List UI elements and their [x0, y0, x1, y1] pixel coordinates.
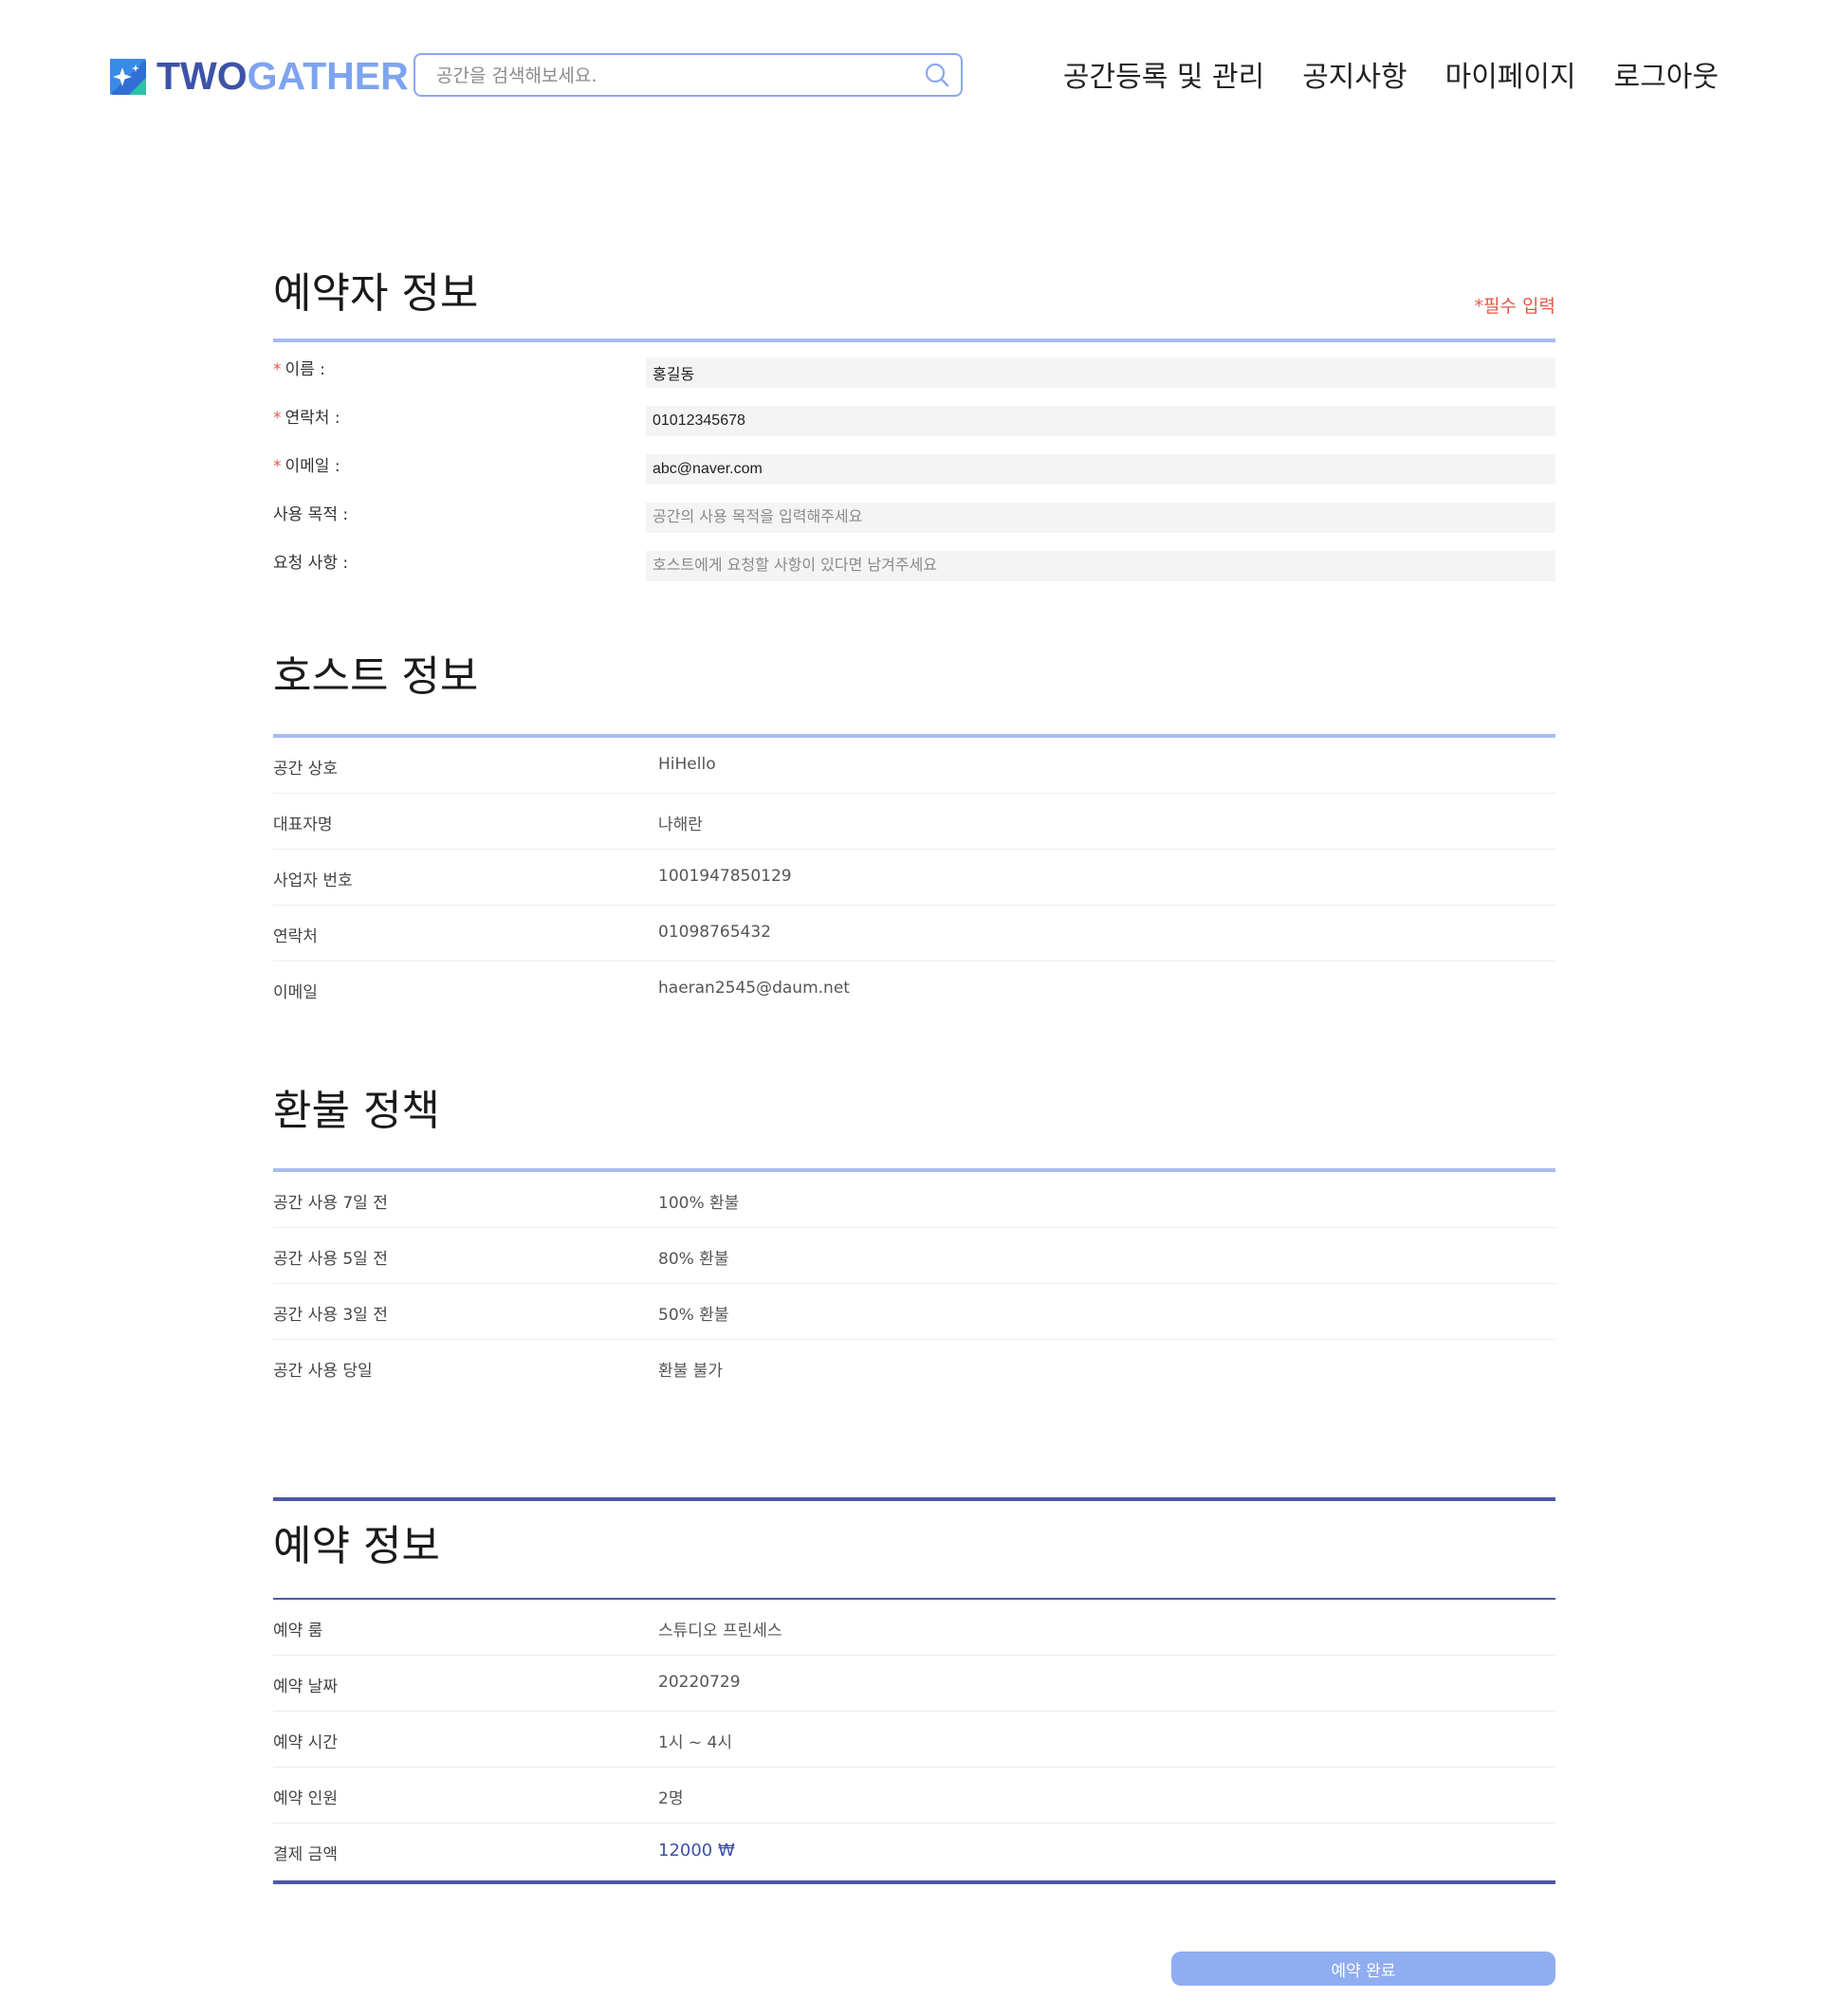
reservation-room-label: 예약 룸 — [273, 1622, 323, 1640]
reservation-section-title: 예약 정보 — [273, 1522, 440, 1570]
logo-text-gather: GATHER — [247, 54, 409, 98]
search-box — [414, 53, 963, 97]
reservation-row-price: 결제 금액 12000 ₩ — [273, 1824, 1555, 1880]
email-input[interactable] — [646, 454, 1555, 485]
host-email-label: 이메일 — [273, 983, 318, 1002]
main-nav: 공간등록 및 관리 공지사항 마이페이지 로그아웃 — [1063, 57, 1719, 99]
logo-text-two: TWO — [156, 54, 248, 98]
nav-notices[interactable]: 공지사항 — [1302, 57, 1407, 99]
refund-row-3days: 공간 사용 3일 전 50% 환불 — [273, 1284, 1555, 1340]
refund-7days-label: 공간 사용 7일 전 — [273, 1194, 388, 1213]
purpose-input[interactable] — [646, 503, 1555, 533]
booker-section-title: 예약자 정보 — [273, 269, 479, 318]
host-business-name-label: 공간 상호 — [273, 760, 338, 779]
refund-row-7days: 공간 사용 7일 전 100% 환불 — [273, 1172, 1555, 1228]
reservation-time-value: 1시 ~ 4시 — [658, 1733, 732, 1752]
form-row-request: 요청 사항 : — [273, 540, 1555, 588]
form-row-name: * 이름 : — [273, 346, 1555, 394]
reservation-people-label: 예약 인원 — [273, 1789, 338, 1808]
refund-row-sameday: 공간 사용 당일 환불 불가 — [273, 1340, 1555, 1395]
name-label: * 이름 : — [273, 356, 325, 379]
phone-label: * 연락처 : — [273, 404, 340, 428]
refund-section: 환불 정책 공간 사용 7일 전 100% 환불 공간 사용 5일 전 80% … — [273, 1083, 1555, 1395]
nav-mypage[interactable]: 마이페이지 — [1445, 57, 1576, 99]
reservation-form: 예약자 정보 *필수 입력 *이름 : *연락처 : *이메일 : 사용 목적 … — [273, 242, 1555, 1884]
required-star: * — [273, 360, 282, 379]
host-row-email: 이메일 haeran2545@daum.net — [273, 962, 1555, 1017]
reservation-people-value: 2명 — [658, 1789, 684, 1808]
request-label: 요청 사항 : — [273, 554, 349, 573]
host-biznum-value: 1001947850129 — [658, 867, 792, 886]
logo-mark-icon — [110, 58, 146, 95]
refund-section-title: 환불 정책 — [273, 1087, 440, 1135]
reservation-time-label: 예약 시간 — [273, 1733, 338, 1752]
host-phone-value: 01098765432 — [658, 923, 771, 942]
refund-sameday-value: 환불 불가 — [658, 1362, 723, 1381]
host-phone-label: 연락처 — [273, 927, 318, 946]
phone-label-text: 연락처 : — [285, 409, 340, 428]
refund-sameday-label: 공간 사용 당일 — [273, 1362, 373, 1381]
site-header: TWOGATHER 공간등록 및 관리 공지사항 마이페이지 로그아웃 — [0, 0, 1821, 156]
host-section-title: 호스트 정보 — [273, 652, 479, 701]
reservation-row-people: 예약 인원 2명 — [273, 1768, 1555, 1824]
reservation-row-time: 예약 시간 1시 ~ 4시 — [273, 1712, 1555, 1768]
form-row-email: * 이메일 : — [273, 443, 1555, 491]
reservation-complete-button[interactable]: 예약 완료 — [1171, 1952, 1555, 1986]
required-star: * — [273, 409, 282, 428]
host-business-name-value: HiHello — [658, 755, 716, 774]
name-label-text: 이름 : — [285, 360, 325, 379]
host-row-phone: 연락처 01098765432 — [273, 906, 1555, 962]
required-note: *필수 입력 — [1474, 296, 1555, 317]
form-row-purpose: 사용 목적 : — [273, 491, 1555, 540]
refund-row-5days: 공간 사용 5일 전 80% 환불 — [273, 1228, 1555, 1284]
email-label-text: 이메일 : — [285, 457, 340, 476]
reservation-price-label: 결제 금액 — [273, 1845, 338, 1864]
email-label: * 이메일 : — [273, 452, 340, 476]
host-biznum-label: 사업자 번호 — [273, 871, 353, 890]
name-input[interactable] — [646, 357, 1555, 388]
phone-input[interactable] — [646, 406, 1555, 436]
refund-3days-label: 공간 사용 3일 전 — [273, 1306, 388, 1325]
purpose-label: 사용 목적 : — [273, 505, 349, 524]
host-row-biznum: 사업자 번호 1001947850129 — [273, 850, 1555, 906]
refund-5days-value: 80% 환불 — [658, 1250, 729, 1269]
host-row-name: 공간 상호 HiHello — [273, 738, 1555, 794]
host-section: 호스트 정보 공간 상호 HiHello 대표자명 나해란 사업자 번호 100… — [273, 649, 1555, 1017]
search-input[interactable] — [434, 55, 912, 97]
section-top-divider — [273, 1497, 1555, 1501]
reservation-date-value: 20220729 — [658, 1673, 741, 1692]
reservation-row-date: 예약 날짜 20220729 — [273, 1656, 1555, 1712]
host-owner-value: 나해란 — [658, 816, 703, 834]
reservation-section: 예약 정보 예약 룸 스튜디오 프린세스 예약 날짜 20220729 예약 시… — [273, 1497, 1555, 1884]
reservation-room-value: 스튜디오 프린세스 — [658, 1622, 782, 1640]
reservation-date-label: 예약 날짜 — [273, 1677, 338, 1696]
nav-space-management[interactable]: 공간등록 및 관리 — [1063, 57, 1264, 99]
refund-5days-label: 공간 사용 5일 전 — [273, 1250, 388, 1269]
refund-7days-value: 100% 환불 — [658, 1194, 740, 1213]
required-star: * — [273, 457, 282, 476]
host-email-value: haeran2545@daum.net — [658, 979, 850, 998]
form-row-phone: * 연락처 : — [273, 394, 1555, 443]
reservation-row-room: 예약 룸 스튜디오 프린세스 — [273, 1600, 1555, 1656]
section-bottom-divider — [273, 1880, 1555, 1884]
logo[interactable]: TWOGATHER — [110, 57, 409, 96]
reservation-price-value: 12000 ₩ — [658, 1841, 735, 1860]
host-row-owner: 대표자명 나해란 — [273, 794, 1555, 850]
host-owner-label: 대표자명 — [273, 816, 333, 834]
refund-3days-value: 50% 환불 — [658, 1306, 729, 1325]
booker-section: 예약자 정보 *필수 입력 *이름 : *연락처 : *이메일 : 사용 목적 … — [273, 242, 1555, 588]
search-icon[interactable] — [923, 61, 951, 89]
nav-logout[interactable]: 로그아웃 — [1614, 57, 1719, 99]
logo-text: TWOGATHER — [156, 57, 409, 96]
request-input[interactable] — [646, 551, 1555, 581]
